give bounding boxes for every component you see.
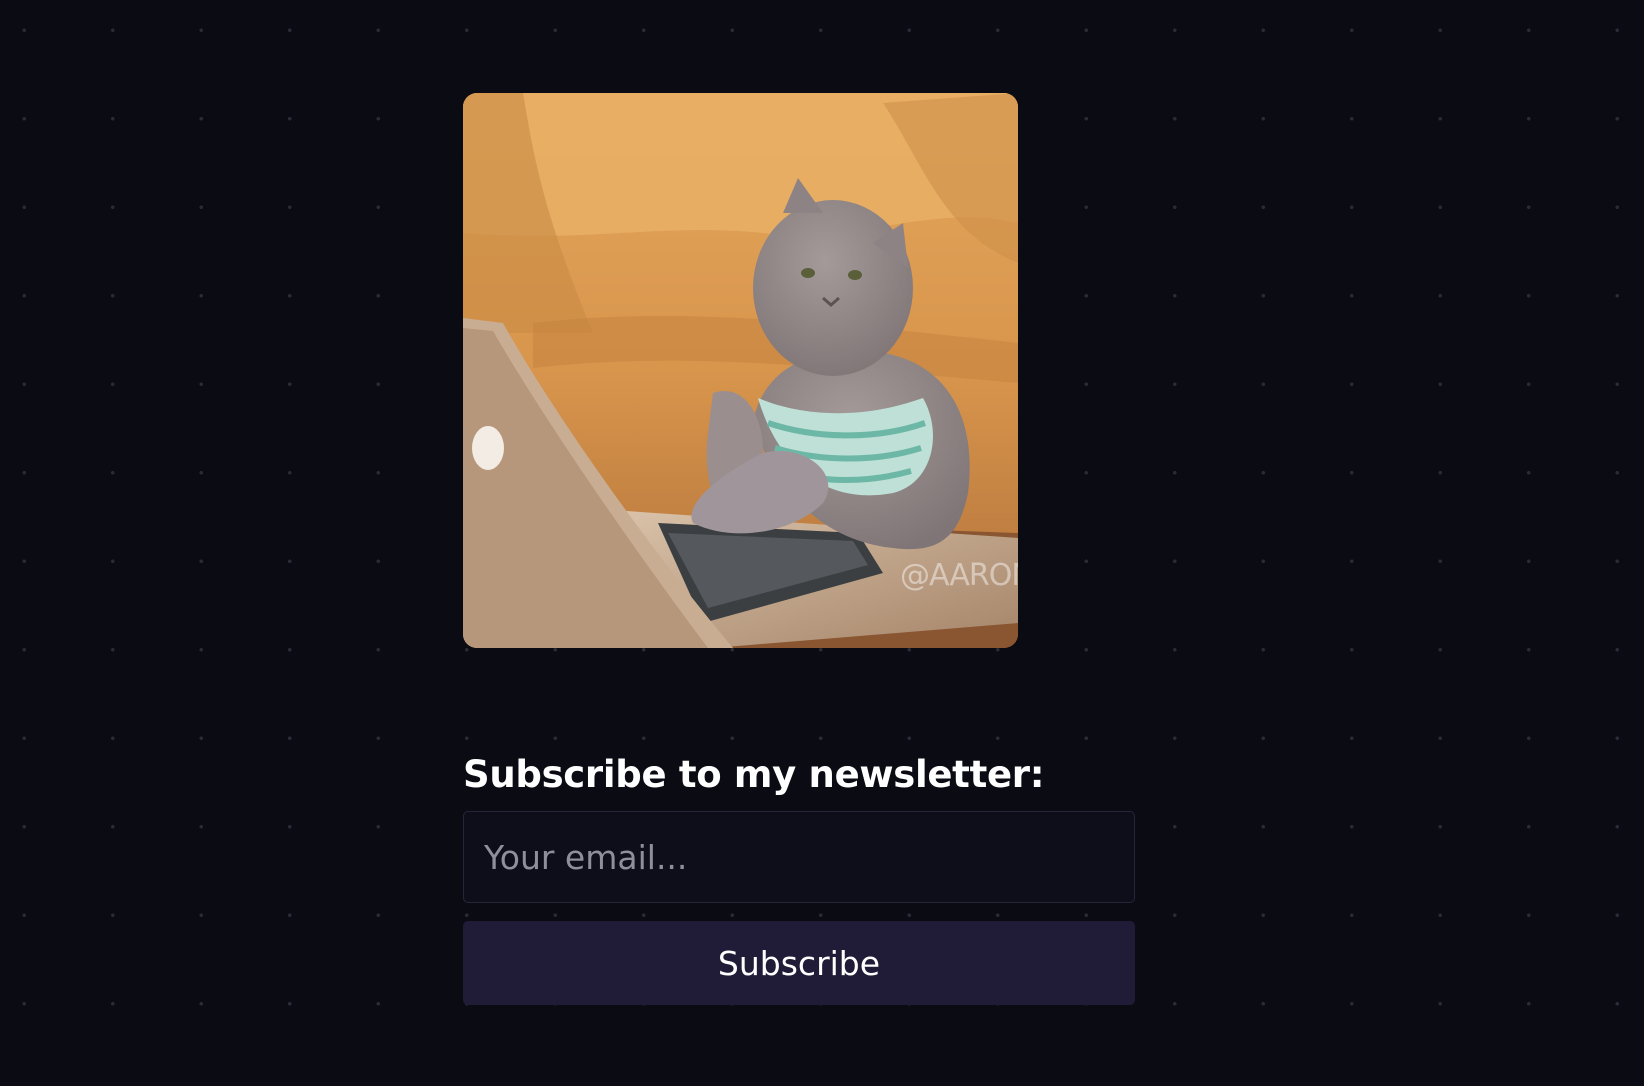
cat-typing-gif: @AARON [463,93,1018,648]
newsletter-form: Subscribe to my newsletter: Subscribe [463,749,1135,1005]
subscribe-button[interactable]: Subscribe [463,921,1135,1005]
page-content: @AARON Subscribe to my newsletter: Subsc… [463,93,1135,1005]
email-input[interactable] [463,811,1135,903]
newsletter-heading: Subscribe to my newsletter: [463,753,1045,796]
gif-watermark: @AARON [900,558,1018,593]
